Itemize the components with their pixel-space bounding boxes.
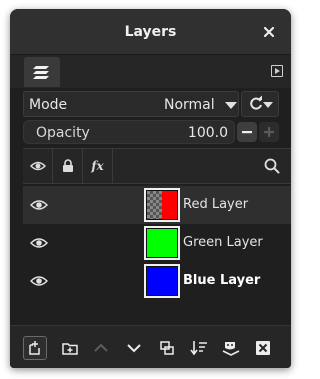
merge-down-icon [190,341,207,356]
fx-icon: fx [91,159,104,173]
mode-label: Mode [29,97,68,113]
merge-down-button[interactable] [187,336,211,360]
chevron-down-icon [225,102,237,109]
lock-column-header[interactable] [53,149,83,183]
eye-icon[interactable] [30,274,48,288]
layers-stack-icon [33,66,49,79]
search-icon [264,158,280,174]
new-layer-group-button[interactable] [58,336,82,360]
mode-value: Normal [164,97,215,113]
new-layer-button[interactable] [23,336,47,360]
mode-row: Mode Normal [10,91,291,118]
raise-layer-button[interactable] [89,336,113,360]
layer-name[interactable]: Green Layer [183,235,263,250]
layer-list-empty-area [23,300,291,325]
lock-icon [62,159,73,172]
new-layer-icon [29,341,40,355]
layer-thumbnail-image [147,229,177,257]
layer-actions-bar [10,325,291,368]
chevron-down-icon [263,102,273,108]
minus-icon [242,131,252,134]
lower-layer-button[interactable] [122,336,146,360]
opacity-spinscale[interactable]: Opacity 100.0 [23,120,235,144]
opacity-increase-button[interactable] [259,122,279,142]
effects-column-header[interactable]: fx [83,149,113,183]
layer-thumbnail-image [147,267,177,295]
layer-mask-button[interactable] [219,336,243,360]
opacity-row: Opacity 100.0 [10,120,291,144]
opacity-value: 100.0 [187,125,228,141]
layer-name[interactable]: Blue Layer [183,273,260,288]
lower-layer-icon [127,344,141,353]
duplicate-layer-button[interactable] [155,336,179,360]
opacity-label: Opacity [36,125,90,141]
titlebar: Layers [10,9,291,55]
delete-layer-icon [256,341,270,355]
eye-icon [29,161,46,171]
window-title: Layers [124,23,177,40]
mode-dropdown[interactable]: Mode Normal [23,91,239,117]
tab-menu-button[interactable] [271,65,283,77]
duplicate-layer-icon [160,341,174,355]
plus-icon [264,127,274,137]
tab-layers[interactable] [24,57,60,87]
layer-row[interactable]: Red Layer [23,186,291,224]
layer-list-header: fx [23,148,291,184]
layer-thumbnail[interactable] [144,188,180,222]
layer-thumbnail-image [147,191,177,219]
layer-name[interactable]: Red Layer [183,197,248,212]
opacity-decrease-button[interactable] [237,122,257,142]
layers-dialog: Layers Mode Normal Opacity 100.0 fx Red … [10,9,291,368]
layer-search-button[interactable] [259,149,285,183]
composite-mode-button[interactable] [241,91,279,117]
delete-layer-button[interactable] [251,336,275,360]
layer-row[interactable]: Blue Layer [23,262,291,300]
raise-layer-icon [94,343,108,352]
eye-icon[interactable] [30,198,48,212]
visibility-column-header[interactable] [23,149,53,183]
layer-thumbnail[interactable] [144,264,180,298]
layer-thumbnail[interactable] [144,226,180,260]
dock-tab-bar [10,55,291,88]
eye-icon[interactable] [30,236,48,250]
layer-row[interactable]: Green Layer [23,224,291,262]
close-button[interactable] [260,23,278,41]
layer-mask-icon [222,342,240,356]
close-icon [263,26,275,38]
new-layer-group-icon [62,343,78,355]
